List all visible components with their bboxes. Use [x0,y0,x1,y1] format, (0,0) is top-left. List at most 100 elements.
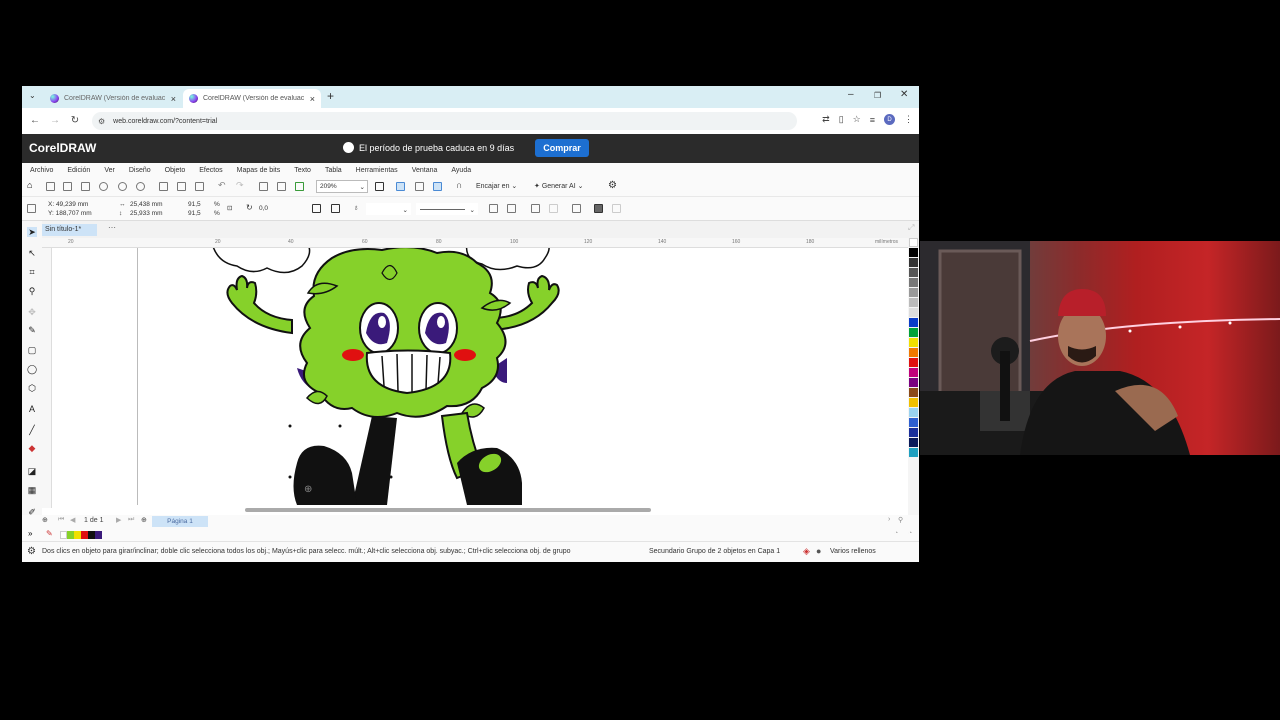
media-icon[interactable]: ≡ [870,115,875,125]
swatch-black[interactable] [88,531,95,539]
swatch-light-gray[interactable] [909,308,918,317]
first-page-icon[interactable]: ⏮ [58,516,64,524]
swatch-white[interactable] [60,531,67,539]
reload-icon[interactable]: ↻ [65,115,85,126]
magnet-icon[interactable]: ∩ [456,180,462,190]
connector-tool-icon[interactable]: ╱ [27,425,37,435]
menu-ayuda[interactable]: Ayuda [451,167,471,174]
height-field[interactable]: 25,933 mm [130,210,163,217]
swatch-purple[interactable] [909,378,918,387]
shape-tool-icon[interactable]: ↖ [27,248,37,258]
swatch-light-blue[interactable] [909,408,918,417]
swatch-magenta[interactable] [909,368,918,377]
cut-icon[interactable] [159,182,168,191]
freehand-tool-icon[interactable]: ✎ [27,325,37,335]
menu-ventana[interactable]: Ventana [412,167,438,174]
options-icon[interactable]: ◔ [894,530,898,537]
scroll-right-icon[interactable]: › [888,516,890,523]
swatch-blue[interactable] [909,418,918,427]
tab-search-icon[interactable]: ⌄ [29,91,36,100]
menu-herramientas[interactable]: Herramientas [356,167,398,174]
drawing-canvas[interactable]: ⊕ [52,248,908,505]
swatch-red[interactable] [81,531,88,539]
zoom-navigator-icon[interactable]: ⚲ [898,516,903,524]
translate-icon[interactable]: ⇄ [822,114,830,125]
rectangle-tool-icon[interactable]: ▢ [27,345,37,355]
swatch-gray[interactable] [909,278,918,287]
menu-efectos[interactable]: Efectos [199,167,222,174]
import-icon[interactable] [259,182,268,191]
page-tab[interactable]: Página 1 [152,516,208,527]
pan-tool-icon[interactable]: ✥ [27,307,37,317]
save-icon[interactable] [81,182,90,191]
interactive-tool-icon[interactable]: ◆ [27,443,37,453]
swatch-light-gray[interactable] [909,298,918,307]
swatch-dark-navy[interactable] [909,438,918,447]
align-icon[interactable] [572,204,581,213]
page-icon[interactable]: ▯ [839,114,844,125]
show-guidelines-icon[interactable] [433,182,442,191]
url-input[interactable]: ⚙ web.coreldraw.com/?content=trial [92,112,797,130]
close-icon[interactable]: × [171,94,176,104]
swatch-gray[interactable] [909,268,918,277]
open-icon[interactable] [63,182,72,191]
rotation-field[interactable]: 0,0 [259,205,268,212]
swatch-teal[interactable] [909,448,918,457]
x-position[interactable]: X: 49,239 mm [48,201,88,208]
lock-ratio-icon[interactable]: ⊡ [227,204,232,212]
close-icon[interactable]: × [310,94,315,104]
cloud-icon[interactable] [99,182,108,191]
add-page-after-icon[interactable]: ⊕ [141,516,147,524]
arrange-icon[interactable] [594,204,603,213]
home-icon[interactable]: ⌂ [27,180,36,190]
document-tab[interactable]: Sin título-1* [42,224,97,236]
site-info-icon[interactable]: ⚙ [98,117,105,126]
group-icon[interactable] [531,204,540,213]
swatch-green[interactable] [67,531,74,539]
swatch-red[interactable] [909,358,918,367]
swatch-black[interactable] [909,248,918,257]
swatch-dark-gray[interactable] [909,258,918,267]
more-menu-icon[interactable]: ⋮ [904,114,913,125]
expand-chevron-icon[interactable]: » [28,529,32,538]
outline-style-select[interactable]: ⌄ [416,203,478,215]
zoom-tool-icon[interactable]: ⚲ [27,286,37,296]
zoom-select[interactable]: 209% ⌄ [316,180,368,193]
mirror-horizontal-icon[interactable] [312,204,321,213]
browser-tab-1[interactable]: CorelDRAW (Versión de evaluac × [44,89,182,108]
add-page-icon[interactable]: ⊕ [42,516,48,524]
prev-page-icon[interactable]: ◀ [70,516,75,524]
print-icon[interactable] [136,182,145,191]
next-page-icon[interactable]: ▶ [116,516,121,524]
copy-icon[interactable] [177,182,186,191]
menu-ver[interactable]: Ver [104,167,115,174]
scale-x-field[interactable]: 91,5 [188,201,201,208]
buy-button[interactable]: Comprar [535,139,589,157]
export-icon[interactable] [277,182,286,191]
effects-icon[interactable] [612,204,621,213]
app-launcher-icon[interactable] [295,182,304,191]
redo-icon[interactable]: ↷ [236,180,244,191]
text-tool-icon[interactable]: A [27,404,37,414]
break-apart-icon[interactable] [507,204,516,213]
expand-icon[interactable]: ⤢ [908,223,914,233]
scale-y-field[interactable]: 91,5 [188,210,201,217]
transparency-tool-icon[interactable]: ◪ [27,466,37,476]
snap-to-dropdown[interactable]: Encajar en ⌄ [476,182,517,190]
close-window-icon[interactable]: ✕ [900,89,908,100]
menu-tabla[interactable]: Tabla [325,167,342,174]
ungroup-icon[interactable] [549,204,558,213]
options-icon[interactable]: ◔ [908,530,912,537]
fill-select[interactable]: ⌄ [366,203,411,215]
menu-edicion[interactable]: Edición [67,167,90,174]
swatch-blue[interactable] [909,318,918,327]
fill-bucket-icon[interactable]: ♁ [353,203,359,212]
swatch-gray[interactable] [909,288,918,297]
show-grid-icon[interactable] [415,182,424,191]
y-position[interactable]: Y: 188,707 mm [48,210,92,217]
swatch-green[interactable] [909,328,918,337]
swatch-brown[interactable] [909,388,918,397]
show-rulers-icon[interactable] [396,182,405,191]
new-tab-icon[interactable]: + [327,89,334,103]
menu-archivo[interactable]: Archivo [30,167,53,174]
